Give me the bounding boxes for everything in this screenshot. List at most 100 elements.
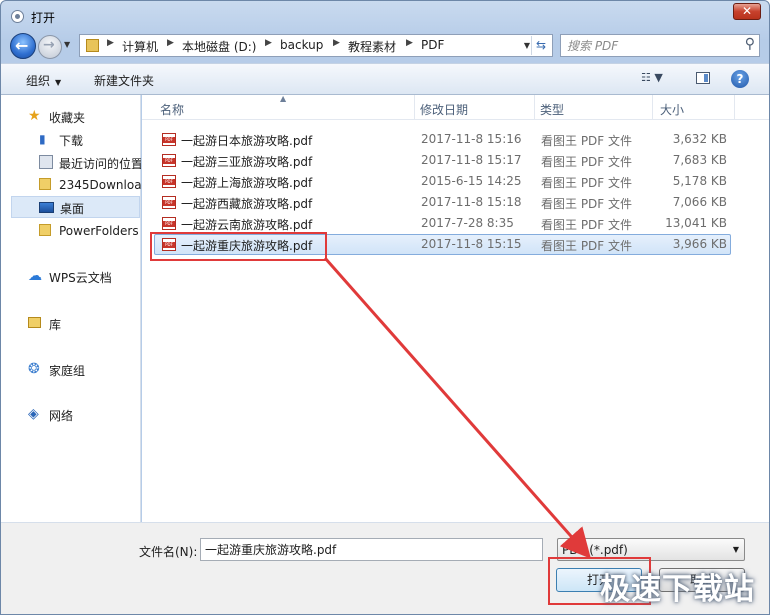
sidebar-item-downloads[interactable]: ▮ 下载 — [11, 128, 141, 150]
file-date: 2017-11-8 15:17 — [421, 153, 522, 167]
chevron-down-icon: ▼ — [55, 78, 62, 87]
organize-button[interactable]: 组织 ▼ — [26, 72, 61, 89]
column-size[interactable]: 大小 — [660, 101, 684, 118]
table-row[interactable]: 一起游西藏旅游攻略.pdf 2017-11-8 15:18 看图王 PDF 文件… — [154, 192, 731, 213]
sidebar-item-label: PowerFolders — [59, 224, 139, 238]
column-type[interactable]: 类型 — [540, 101, 564, 118]
search-icon[interactable]: ⚲ — [745, 36, 755, 52]
breadcrumb-computer[interactable]: 计算机 — [122, 38, 158, 55]
chevron-right-icon[interactable]: ▶ — [167, 38, 174, 48]
library-icon — [28, 317, 41, 328]
chevron-right-icon[interactable]: ▶ — [333, 38, 340, 48]
new-folder-button[interactable]: 新建文件夹 — [94, 72, 154, 89]
close-icon: ✕ — [741, 4, 753, 18]
preview-pane-icon[interactable] — [696, 72, 710, 84]
file-size: 5,178 KB — [672, 174, 727, 188]
close-button[interactable]: ✕ — [733, 3, 761, 20]
table-row[interactable]: 一起游云南旅游攻略.pdf 2017-7-28 8:35 看图王 PDF 文件 … — [154, 213, 731, 234]
sidebar-item-favorites[interactable]: ★ 收藏夹 — [11, 105, 141, 127]
chevron-right-icon[interactable]: ▶ — [406, 38, 413, 48]
file-type: 看图王 PDF 文件 — [541, 134, 633, 148]
download-folder-icon: ▮ — [39, 132, 46, 146]
sidebar-item-label: 桌面 — [60, 202, 85, 216]
pdf-file-icon — [162, 175, 176, 188]
folder-icon — [39, 178, 51, 190]
chevron-down-icon: ▼ — [732, 545, 739, 554]
forward-button[interactable] — [38, 35, 62, 59]
refresh-icon[interactable]: ⇆ — [531, 36, 550, 55]
app-icon — [11, 10, 24, 23]
help-icon[interactable]: ? — [731, 70, 749, 88]
address-dropdown-icon[interactable]: ▼ — [524, 41, 530, 50]
sidebar-item-homegroup[interactable]: ❂ 家庭组 — [11, 358, 141, 380]
filename-label: 文件名(N): — [139, 545, 198, 559]
navigation-bar: ▼ ▶ 计算机 ▶ 本地磁盘 (D:) ▶ backup ▶ 教程素材 ▶ PD… — [1, 31, 769, 61]
table-row[interactable]: 一起游上海旅游攻略.pdf 2015-6-15 14:25 看图王 PDF 文件… — [154, 171, 731, 192]
file-name: 一起游上海旅游攻略.pdf — [181, 176, 313, 190]
command-toolbar: 组织 ▼ 新建文件夹 ☷ ▼ ? — [1, 63, 769, 95]
table-row[interactable]: 一起游日本旅游攻略.pdf 2017-11-8 15:16 看图王 PDF 文件… — [154, 129, 731, 150]
pdf-file-icon — [162, 154, 176, 167]
column-header: ▲ 名称 修改日期 类型 大小 — [142, 94, 769, 120]
pdf-file-icon — [162, 196, 176, 209]
column-date[interactable]: 修改日期 — [420, 101, 468, 118]
sidebar-item-desktop[interactable]: 桌面 — [11, 196, 140, 218]
filename-input[interactable] — [200, 538, 543, 561]
file-name: 一起游西藏旅游攻略.pdf — [181, 197, 313, 211]
table-row[interactable]: 一起游三亚旅游攻略.pdf 2017-11-8 15:17 看图王 PDF 文件… — [154, 150, 731, 171]
sidebar-item-label: 最近访问的位置 — [59, 157, 141, 171]
recent-pages-dropdown[interactable]: ▼ — [64, 40, 70, 49]
breadcrumb-tutorial[interactable]: 教程素材 — [348, 38, 396, 55]
pdf-file-icon — [162, 217, 176, 230]
desktop-icon — [39, 202, 54, 213]
file-type-filter-value: PDF (*.pdf) — [562, 543, 628, 557]
column-divider[interactable] — [734, 95, 735, 119]
file-size: 7,683 KB — [672, 153, 727, 167]
file-type: 看图王 PDF 文件 — [541, 218, 633, 232]
folder-icon — [86, 39, 99, 52]
sidebar-item-label: 库 — [49, 318, 62, 332]
search-box: ⚲ — [560, 34, 760, 57]
file-name: 一起游日本旅游攻略.pdf — [181, 134, 313, 148]
sidebar-item-label: WPS云文档 — [49, 271, 112, 285]
breadcrumb-drive-d[interactable]: 本地磁盘 (D:) — [182, 38, 256, 55]
file-type: 看图王 PDF 文件 — [541, 155, 633, 169]
network-icon: ◈ — [28, 406, 39, 422]
watermark-text: 极速下载站 — [600, 572, 755, 607]
sidebar-item-network[interactable]: ◈ 网络 — [11, 403, 141, 425]
file-type: 看图王 PDF 文件 — [541, 197, 633, 211]
sidebar-item-recent-places[interactable]: 最近访问的位置 — [11, 151, 141, 173]
sidebar-item-2345downloads[interactable]: 2345Downloads — [11, 174, 141, 196]
folder-icon — [39, 224, 51, 236]
back-button[interactable] — [10, 33, 36, 59]
file-name: 一起游云南旅游攻略.pdf — [181, 218, 313, 232]
title-bar: 打开 ✕ — [1, 1, 769, 31]
sidebar-item-label: 下载 — [59, 134, 84, 148]
recent-places-icon — [39, 155, 53, 169]
breadcrumb-pdf[interactable]: PDF — [421, 38, 444, 52]
column-divider[interactable] — [534, 95, 535, 119]
sidebar-item-label: 家庭组 — [49, 364, 86, 378]
file-type: 看图王 PDF 文件 — [541, 239, 633, 253]
star-icon: ★ — [28, 108, 41, 124]
address-bar[interactable]: ▶ 计算机 ▶ 本地磁盘 (D:) ▶ backup ▶ 教程素材 ▶ PDF … — [79, 34, 553, 57]
column-divider[interactable] — [652, 95, 653, 119]
sidebar-item-library[interactable]: 库 — [11, 312, 141, 334]
breadcrumb-backup[interactable]: backup — [280, 38, 323, 52]
pdf-file-icon — [162, 133, 176, 146]
file-date: 2017-11-8 15:18 — [421, 195, 522, 209]
file-size: 7,066 KB — [672, 195, 727, 209]
chevron-right-icon[interactable]: ▶ — [265, 38, 272, 48]
column-divider[interactable] — [414, 95, 415, 119]
sidebar-item-powerfolders[interactable]: PowerFolders — [11, 220, 141, 242]
sidebar-item-wps-cloud[interactable]: ☁ WPS云文档 — [11, 265, 141, 287]
cloud-icon: ☁ — [28, 268, 42, 284]
chevron-right-icon[interactable]: ▶ — [107, 38, 114, 48]
column-name[interactable]: 名称 — [160, 101, 184, 118]
file-date: 2017-11-8 15:15 — [421, 237, 522, 251]
organize-label: 组织 — [26, 74, 51, 88]
search-input[interactable] — [567, 37, 732, 54]
sidebar-item-label: 网络 — [49, 409, 74, 423]
navigation-pane: ★ 收藏夹 ▮ 下载 最近访问的位置 2345Downloads 桌面 Powe… — [1, 95, 141, 522]
view-options-icon[interactable]: ☷ ▼ — [641, 71, 669, 87]
